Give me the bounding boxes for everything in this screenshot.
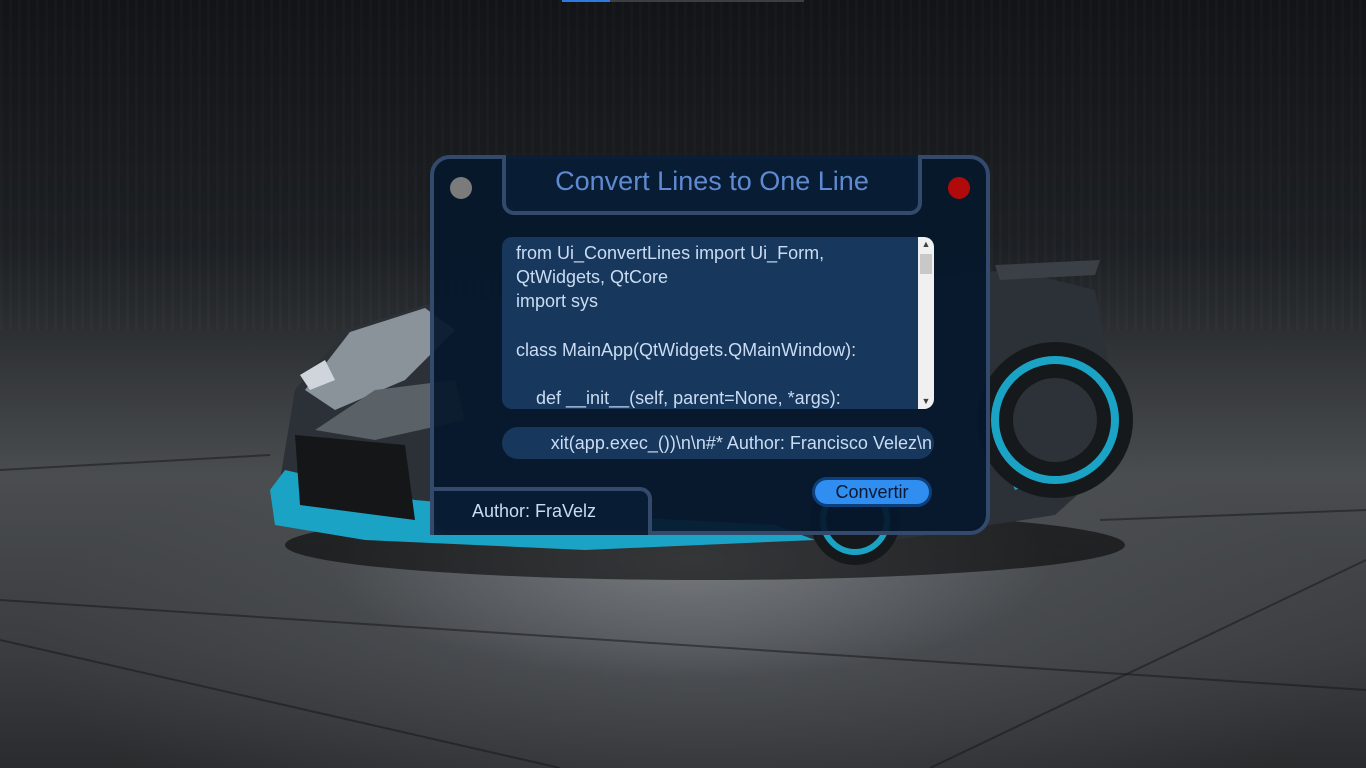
converter-window: Convert Lines to One Line from Ui_Conver… [430,155,990,535]
scroll-up-icon[interactable]: ▲ [918,237,934,252]
source-code-text[interactable]: from Ui_ConvertLines import Ui_Form, QtW… [516,241,910,409]
vertical-scrollbar[interactable]: ▲ ▼ [918,237,934,409]
window-title: Convert Lines to One Line [555,165,869,196]
minimize-icon[interactable] [450,177,472,199]
scroll-thumb[interactable] [920,254,932,274]
convert-button[interactable]: Convertir [812,477,932,507]
title-bar: Convert Lines to One Line [502,155,922,215]
author-label: Author: FraVelz [472,501,597,521]
output-line-value[interactable]: xit(app.exec_())\n\n#* Author: Francisco… [551,427,932,459]
output-line-field[interactable]: xit(app.exec_())\n\n#* Author: Francisco… [502,427,934,459]
source-code-textarea[interactable]: from Ui_ConvertLines import Ui_Form, QtW… [502,237,934,409]
scroll-down-icon[interactable]: ▼ [918,394,934,409]
close-icon[interactable] [948,177,970,199]
taskbar-active-indicator [562,0,610,2]
author-footer: Author: FraVelz [430,487,652,535]
